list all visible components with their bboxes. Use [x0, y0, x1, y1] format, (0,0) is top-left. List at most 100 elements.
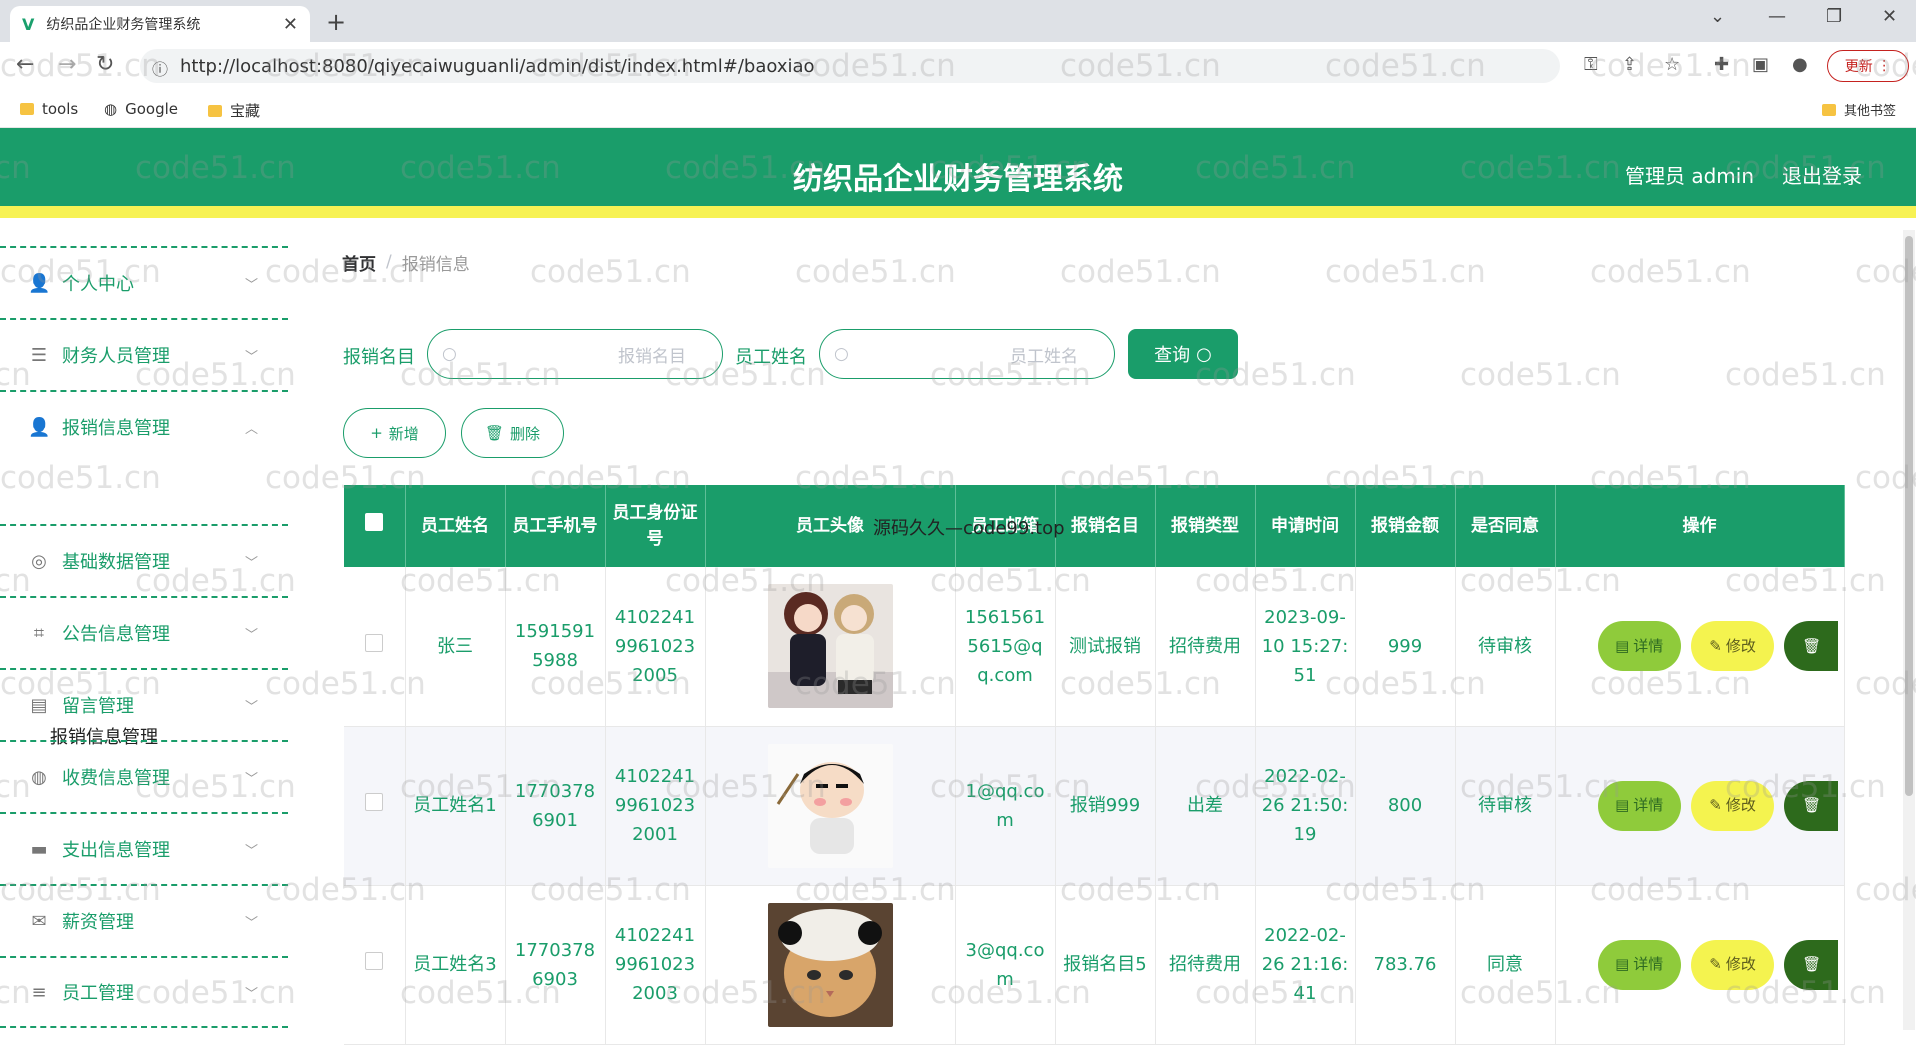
select-all-header[interactable] — [344, 485, 406, 567]
reload-icon[interactable]: ↻ — [96, 52, 114, 77]
sidebar-item-personal[interactable]: 👤 个人中心 ﹀ — [0, 246, 288, 318]
row-select[interactable] — [344, 567, 406, 727]
logout-link[interactable]: 退出登录 — [1782, 160, 1862, 189]
select-all-checkbox[interactable] — [365, 513, 384, 531]
detail-button[interactable]: ▤ 详情 — [1597, 939, 1681, 990]
row-delete-button[interactable]: 🗑 — [1784, 939, 1838, 990]
sidepanel-icon[interactable]: ▣ — [1752, 54, 1769, 75]
breadcrumb-home[interactable]: 首页 — [342, 250, 376, 275]
trash-icon: 🗑 — [1802, 955, 1822, 973]
new-tab-icon[interactable]: + — [326, 8, 346, 36]
document-icon: ▤ — [1615, 955, 1630, 973]
query-label: 查询 — [1154, 345, 1191, 366]
row-delete-button[interactable]: 🗑 — [1784, 621, 1838, 672]
col-header: 员工手机号 — [505, 485, 606, 567]
cell-operations: ▤ 详情 ✎ 修改 🗑 — [1555, 567, 1845, 727]
row-select[interactable] — [344, 726, 406, 886]
cell-avatar — [705, 726, 956, 886]
minimize-icon[interactable]: — — [1768, 6, 1786, 27]
scrollbar-thumb[interactable] — [1905, 236, 1913, 796]
breadcrumb-current: 报销信息 — [401, 254, 470, 275]
bookmark-google[interactable]: ◍ Google — [104, 100, 178, 118]
update-button[interactable]: 更新 ⋮ — [1827, 50, 1909, 82]
cell-phone: 17703786901 — [505, 726, 606, 886]
chevron-down-icon[interactable]: ⌄ — [1710, 6, 1725, 27]
col-header: 申请时间 — [1255, 485, 1356, 567]
placeholder: 员工姓名 — [1010, 346, 1078, 367]
extensions-icon[interactable]: ✚ — [1714, 54, 1729, 75]
table-row: 员工姓名3 17703786903 410224199610232003 3@q… — [344, 885, 1845, 1045]
profile-icon[interactable]: ● — [1792, 54, 1808, 75]
table-row: 张三 15915915988 410224199610232005 156156… — [344, 567, 1845, 727]
close-window-icon[interactable]: ✕ — [1882, 6, 1897, 27]
search-emp-input[interactable]: ○ 员工姓名 — [819, 329, 1115, 379]
edit-button[interactable]: ✎ 修改 — [1690, 621, 1775, 672]
key-icon[interactable]: ⚿ — [1584, 54, 1598, 75]
sidebar-item-finance-staff[interactable]: ☰ 财务人员管理 ﹀ — [0, 318, 288, 390]
sidebar-item-basic-data[interactable]: ◎ 基础数据管理 ﹀ — [0, 524, 288, 596]
browser-tab[interactable]: V 纺织品企业财务管理系统 ✕ — [10, 6, 310, 42]
cell-agree: 待审核 — [1455, 567, 1556, 727]
search-icon: ○ — [834, 344, 849, 364]
detail-label: 详情 — [1633, 636, 1664, 655]
chevron-down-icon: ﹀ — [244, 699, 258, 715]
sidebar-item-employee[interactable]: ≡ 员工管理 ﹀ — [0, 956, 288, 1028]
search-name-label: 报销名目 — [343, 347, 415, 368]
sidebar-item-income[interactable]: ◍ 收费信息管理 ﹀ — [0, 740, 288, 812]
detail-button[interactable]: ▤ 详情 — [1597, 780, 1681, 831]
sidebar-item-salary[interactable]: ✉ 薪资管理 ﹀ — [0, 884, 288, 956]
chat-icon: ▬ — [30, 838, 48, 860]
pencil-icon: ✎ — [1709, 955, 1722, 973]
col-header: 报销金额 — [1355, 485, 1456, 567]
url-field[interactable]: ⓘ http://localhost:8080/qiyecaiwuguanli/… — [140, 49, 1560, 83]
close-tab-icon[interactable]: ✕ — [283, 14, 298, 35]
user-icon: 👤 — [28, 272, 51, 294]
search-name-input[interactable]: ○ 报销名目 — [427, 329, 723, 379]
col-header: 是否同意 — [1455, 485, 1556, 567]
trash-icon: 🗑 — [484, 424, 505, 442]
cell-avatar — [705, 567, 956, 727]
avatar-anime-girls — [767, 584, 893, 709]
row-checkbox[interactable] — [365, 952, 384, 970]
cell-phone: 15915915988 — [505, 567, 606, 727]
restore-icon[interactable]: ❐ — [1826, 6, 1842, 27]
sidebar-item-reimbursement[interactable]: 👤 报销信息管理 ︿ — [0, 390, 288, 462]
globe-icon: ◍ — [104, 100, 118, 118]
cell-type: 出差 — [1155, 726, 1256, 886]
bookmark-baozang[interactable]: 宝藏 — [208, 100, 260, 121]
url-text: http://localhost:8080/qiyecaiwuguanli/ad… — [180, 55, 815, 77]
share-icon[interactable]: ⇪ — [1622, 54, 1637, 75]
edit-button[interactable]: ✎ 修改 — [1690, 939, 1775, 990]
query-button[interactable]: 查询 ○ — [1128, 329, 1238, 379]
app-header: 纺织品企业财务管理系统 管理员 admin 退出登录 — [0, 128, 1916, 218]
cell-operations: ▤ 详情 ✎ 修改 🗑 — [1555, 726, 1845, 886]
col-header: 操作 — [1555, 485, 1845, 567]
folder-icon — [1822, 103, 1836, 116]
forward-icon[interactable]: → — [58, 52, 76, 77]
star-icon[interactable]: ☆ — [1664, 54, 1680, 75]
row-delete-button[interactable]: 🗑 — [1784, 780, 1838, 831]
add-button[interactable]: + 新增 — [343, 408, 446, 458]
bookmark-label: 宝藏 — [230, 102, 261, 120]
sidebar-item-message[interactable]: ▤ 留言管理 ﹀ — [0, 668, 288, 740]
detail-button[interactable]: ▤ 详情 — [1597, 621, 1681, 672]
delete-button[interactable]: 🗑 删除 — [461, 408, 564, 458]
row-select[interactable] — [344, 885, 406, 1045]
detail-label: 详情 — [1633, 796, 1664, 814]
sidebar-item-notice[interactable]: ⌗ 公告信息管理 ﹀ — [0, 596, 288, 668]
pencil-icon: ✎ — [1709, 796, 1722, 814]
edit-button[interactable]: ✎ 修改 — [1690, 780, 1775, 831]
table-header-row: 员工姓名 员工手机号 员工身份证号 员工头像 员工邮箱 报销名目 报销类型 申请… — [344, 485, 1845, 567]
row-checkbox[interactable] — [365, 793, 384, 811]
bookmark-other[interactable]: 其他书签 — [1822, 100, 1896, 119]
edit-label: 修改 — [1725, 636, 1756, 655]
row-checkbox[interactable] — [365, 633, 384, 652]
sidebar-item-expense[interactable]: ▬ 支出信息管理 ﹀ — [0, 812, 288, 884]
cell-email: 1@qq.com — [955, 726, 1056, 886]
sidebar-item-label: 员工管理 — [62, 983, 134, 1004]
bookmark-tools[interactable]: tools — [20, 100, 78, 118]
cell-amount: 800 — [1355, 726, 1456, 886]
cell-avatar — [705, 885, 956, 1045]
back-icon[interactable]: ← — [16, 52, 34, 77]
page-scrollbar[interactable] — [1903, 230, 1915, 1030]
